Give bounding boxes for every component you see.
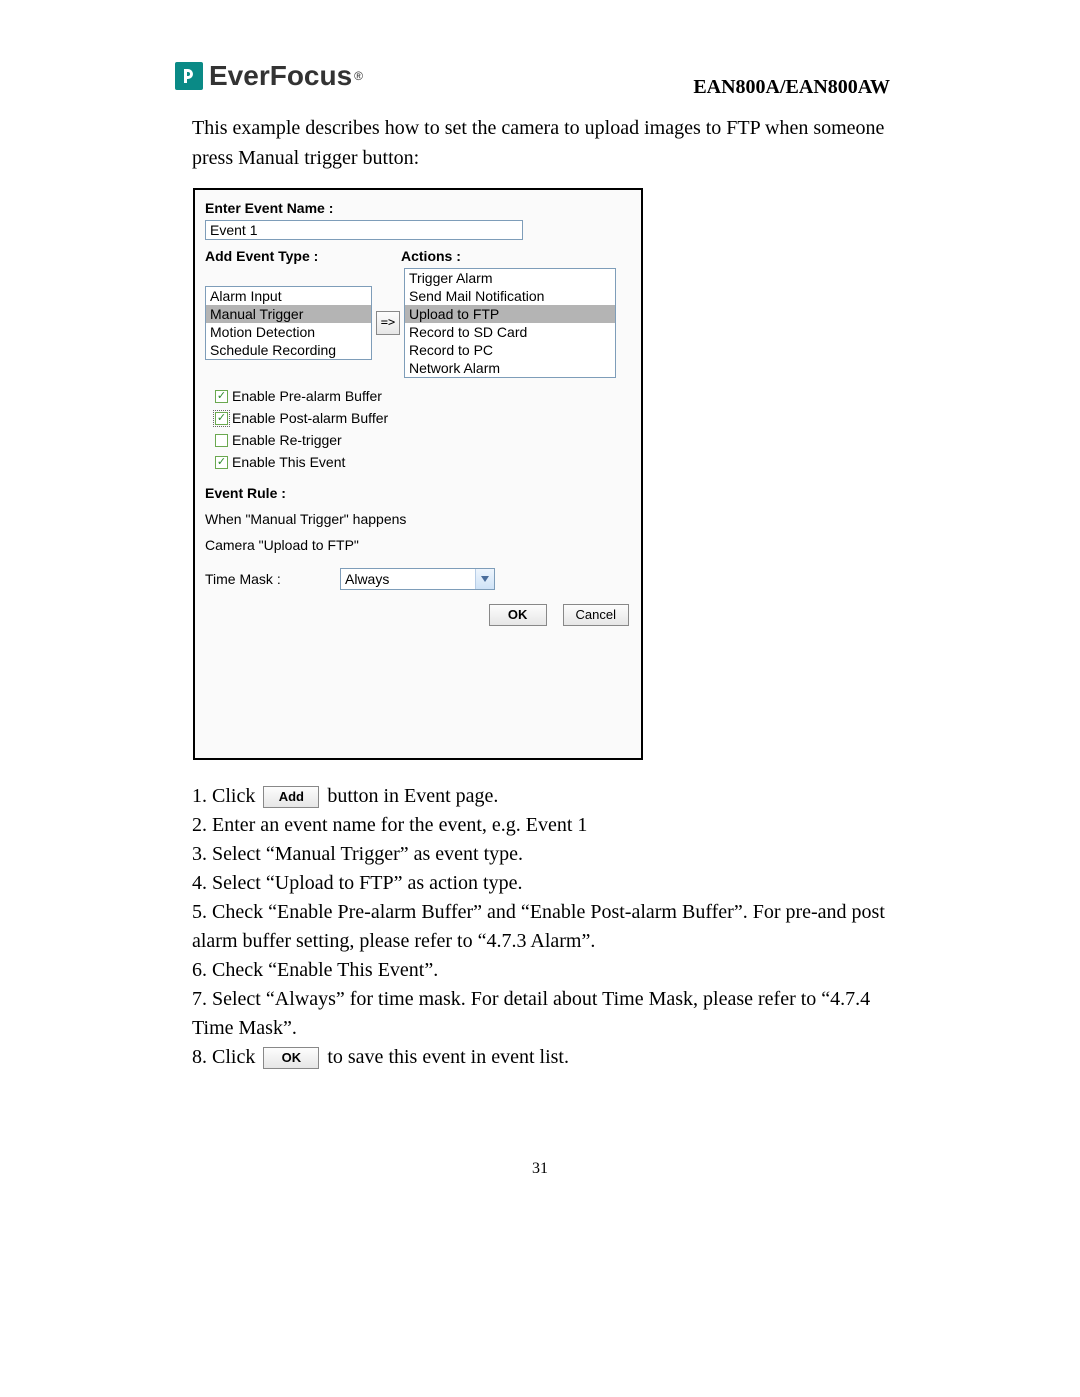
action-option[interactable]: Trigger Alarm — [405, 269, 615, 287]
step-text: to save this event in event list. — [327, 1043, 569, 1072]
event-type-option[interactable]: Motion Detection — [206, 323, 371, 341]
step-text: button in Event page. — [327, 782, 498, 811]
step-text: 2. Enter an event name for the event, e.… — [192, 811, 892, 840]
step-text: 8. Click — [192, 1043, 255, 1072]
checkbox-label: Enable Pre-alarm Buffer — [232, 388, 382, 404]
registered-icon: ® — [354, 69, 363, 83]
enable-pre-alarm-checkbox[interactable]: Enable Pre-alarm Buffer — [215, 388, 631, 404]
checkbox-label: Enable Post-alarm Buffer — [232, 410, 388, 426]
brand-logo-text: EverFocus — [209, 60, 352, 92]
checkbox-icon — [215, 434, 228, 447]
event-rule-label: Event Rule : — [205, 480, 631, 506]
step-text: 1. Click — [192, 782, 255, 811]
step-text: 7. Select “Always” for time mask. For de… — [192, 985, 892, 1043]
actions-label: Actions : — [401, 248, 461, 264]
page-number: 31 — [0, 1160, 1080, 1178]
checkbox-icon — [215, 390, 228, 403]
action-option[interactable]: Record to PC — [405, 341, 615, 359]
step-text: 4. Select “Upload to FTP” as action type… — [192, 869, 892, 898]
ok-button-inline[interactable]: OK — [263, 1047, 319, 1069]
action-option[interactable]: Upload to FTP — [405, 305, 615, 323]
add-event-type-label: Add Event Type : — [205, 248, 401, 264]
time-mask-dropdown[interactable]: Always — [340, 568, 495, 590]
event-dialog: Enter Event Name : Add Event Type : Acti… — [193, 188, 643, 760]
intro-paragraph: This example describes how to set the ca… — [192, 113, 892, 173]
action-option[interactable]: Record to SD Card — [405, 323, 615, 341]
event-type-option[interactable]: Manual Trigger — [206, 305, 371, 323]
event-type-listbox[interactable]: Alarm Input Manual Trigger Motion Detect… — [205, 286, 372, 360]
assign-arrow-button[interactable]: => — [376, 311, 400, 335]
brand-logo: EverFocus ® — [175, 60, 363, 92]
chevron-down-icon — [475, 569, 494, 589]
time-mask-label: Time Mask : — [205, 571, 340, 587]
add-button[interactable]: Add — [263, 786, 319, 808]
manual-page: EverFocus ® EAN800A/EAN800AW This exampl… — [0, 0, 1080, 1397]
actions-listbox[interactable]: Trigger Alarm Send Mail Notification Upl… — [404, 268, 616, 378]
ok-button[interactable]: OK — [489, 604, 547, 626]
cancel-button[interactable]: Cancel — [563, 604, 629, 626]
enable-retrigger-checkbox[interactable]: Enable Re-trigger — [215, 432, 631, 448]
event-rule-line: When "Manual Trigger" happens — [205, 506, 631, 532]
checkbox-icon — [215, 412, 228, 425]
event-name-input[interactable] — [205, 220, 523, 240]
event-type-option[interactable]: Schedule Recording — [206, 341, 371, 359]
instruction-steps: 1. Click Add button in Event page. 2. En… — [192, 782, 892, 1072]
checkbox-icon — [215, 456, 228, 469]
enable-post-alarm-checkbox[interactable]: Enable Post-alarm Buffer — [215, 410, 631, 426]
event-type-option[interactable]: Alarm Input — [206, 287, 371, 305]
step-text: 5. Check “Enable Pre-alarm Buffer” and “… — [192, 898, 892, 956]
enter-event-name-label: Enter Event Name : — [205, 200, 631, 216]
checkbox-label: Enable Re-trigger — [232, 432, 342, 448]
action-option[interactable]: Network Alarm — [405, 359, 615, 377]
action-option[interactable]: Send Mail Notification — [405, 287, 615, 305]
checkbox-label: Enable This Event — [232, 454, 345, 470]
event-rule-line: Camera "Upload to FTP" — [205, 532, 631, 558]
time-mask-value: Always — [341, 571, 475, 587]
step-text: 6. Check “Enable This Event”. — [192, 956, 892, 985]
model-number: EAN800A/EAN800AW — [693, 76, 890, 99]
brand-logo-icon — [175, 62, 203, 90]
step-text: 3. Select “Manual Trigger” as event type… — [192, 840, 892, 869]
enable-this-event-checkbox[interactable]: Enable This Event — [215, 454, 631, 470]
